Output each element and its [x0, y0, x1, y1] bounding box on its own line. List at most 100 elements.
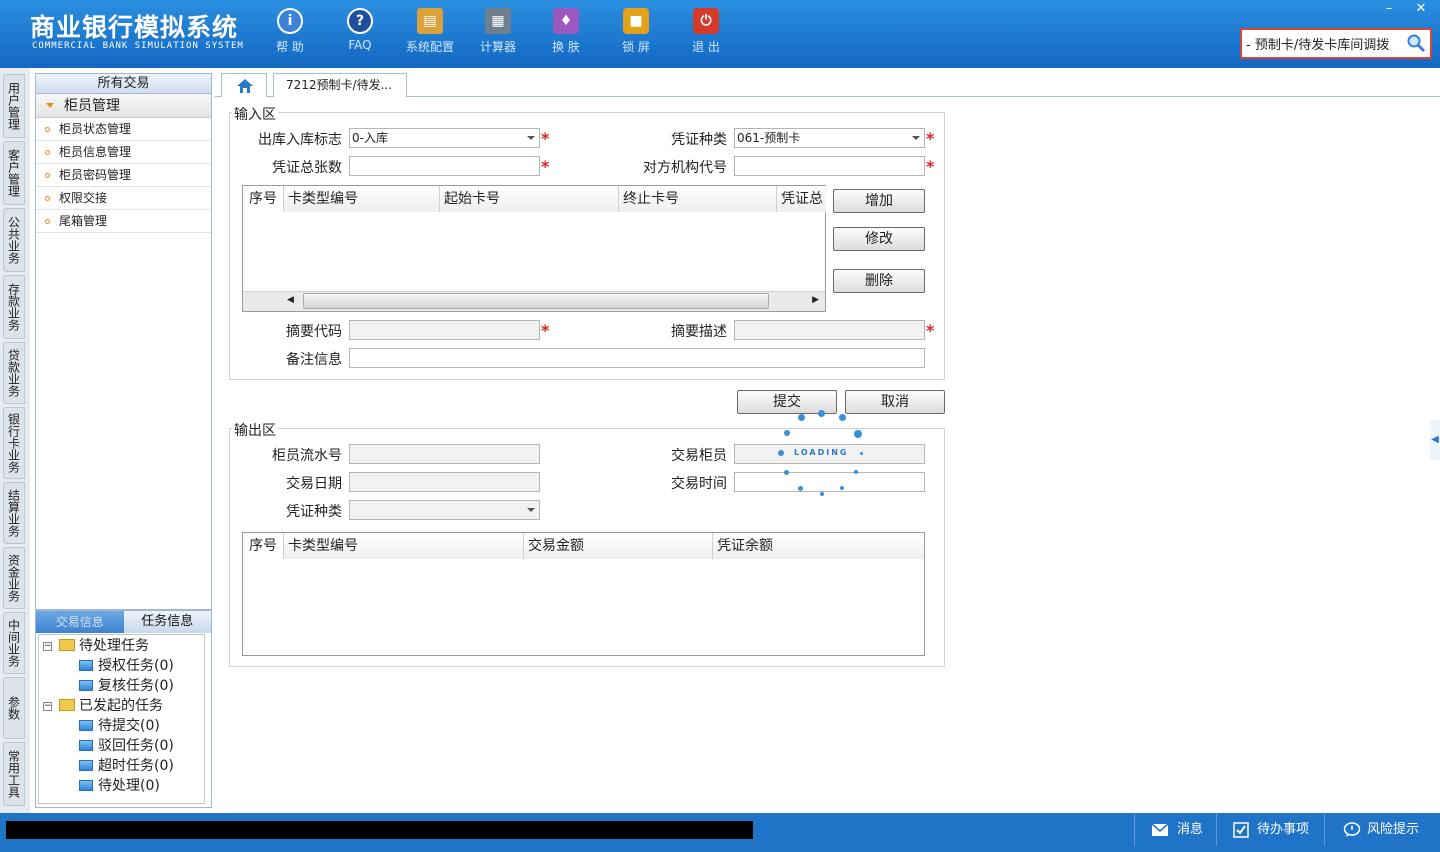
tree-node-review-tasks[interactable]: 复核任务(0) [79, 676, 174, 696]
grid-header-balance[interactable]: 凭证余额 [712, 533, 924, 559]
nav-item-tail-box[interactable]: 尾箱管理 [36, 210, 211, 233]
nav-group-teller-management[interactable]: 柜员管理 [36, 94, 211, 118]
tab-deposit-business[interactable]: 存款业务 [3, 275, 25, 339]
counterparty-input[interactable] [734, 156, 925, 176]
tab-parameters[interactable]: 参数 [3, 677, 25, 739]
tab-bank-card-business[interactable]: 银行卡业务 [3, 407, 25, 479]
spinner-dot [820, 492, 824, 496]
direction-label: 出库入库标志 [258, 132, 342, 148]
minimize-button[interactable]: – [1374, 0, 1404, 18]
total-count-input[interactable] [349, 156, 540, 176]
info-icon: i [277, 8, 303, 34]
input-detail-grid[interactable]: 序号 卡类型编号 起始卡号 终止卡号 凭证总 ◀ ▶ [242, 185, 826, 312]
search-icon[interactable] [1406, 33, 1426, 53]
tab-transaction-info[interactable]: 交易信息 [36, 611, 124, 633]
collapse-handle-icon[interactable]: ◀ [1430, 420, 1440, 460]
output-voucher-type-select[interactable] [349, 500, 540, 520]
speech-bubble-icon [1343, 821, 1361, 837]
tab-loan-business[interactable]: 贷款业务 [3, 342, 25, 404]
voucher-type-select[interactable]: 061-预制卡 [734, 128, 925, 148]
transaction-search-box[interactable]: - 预制卡/待发卡库间调拨 [1240, 28, 1432, 59]
faq-button[interactable]: ? FAQ [330, 8, 390, 52]
collapse-icon[interactable]: − [43, 642, 52, 651]
calculator-button[interactable]: ▦ 计算器 [468, 8, 528, 55]
horizontal-scrollbar[interactable]: ◀ ▶ [243, 291, 825, 311]
voucher-type-label: 凭证种类 [671, 132, 727, 148]
grid-header-voucher-total[interactable]: 凭证总 [776, 186, 826, 212]
spinner-dot [840, 486, 844, 490]
help-button[interactable]: i 帮 助 [260, 8, 320, 55]
tab-public-business[interactable]: 公共业务 [3, 208, 25, 272]
required-mark: * [541, 157, 550, 176]
nav-item-teller-info[interactable]: 柜员信息管理 [36, 141, 211, 164]
add-button[interactable]: 增加 [833, 189, 925, 213]
task-icon [79, 780, 93, 791]
tab-user-management[interactable]: 用户管理 [3, 74, 25, 138]
summary-code-label: 摘要代码 [286, 324, 342, 340]
scroll-left-icon[interactable]: ◀ [287, 295, 294, 305]
scroll-thumb[interactable] [303, 293, 769, 309]
output-area-title: 输出区 [232, 420, 278, 440]
edit-button[interactable]: 修改 [833, 227, 925, 251]
scroll-right-icon[interactable]: ▶ [812, 295, 819, 305]
trade-teller-label: 交易柜员 [671, 448, 727, 464]
exit-button[interactable]: ⏻ 退 出 [676, 8, 736, 55]
tab-home[interactable] [221, 73, 267, 97]
remark-input[interactable] [349, 348, 925, 368]
output-detail-grid[interactable]: 序号 卡类型编号 交易金额 凭证余额 [242, 532, 925, 656]
direction-select[interactable]: 0-入库 [349, 128, 540, 148]
spinner-dot [798, 486, 803, 491]
chevron-down-icon [527, 508, 535, 512]
tree-node-rejected[interactable]: 驳回任务(0) [79, 736, 174, 756]
spinner-dot [854, 470, 858, 474]
task-tree: − 待处理任务 授权任务(0) 复核任务(0) − 已发起的任务 待提交(0) … [38, 634, 205, 804]
tree-node-timeout[interactable]: 超时任务(0) [79, 756, 174, 776]
messages-button[interactable]: 消息 [1134, 813, 1216, 846]
loading-spinner: LOADING [776, 408, 866, 498]
mail-icon [1151, 822, 1169, 836]
tab-fund-business[interactable]: 资金业务 [3, 547, 25, 609]
nav-item-authority-handover[interactable]: 权限交接 [36, 187, 211, 210]
summary-desc-input[interactable] [734, 320, 925, 340]
delete-button[interactable]: 删除 [833, 269, 925, 293]
grid-header-amount[interactable]: 交易金额 [523, 533, 712, 559]
close-button[interactable]: ✕ [1406, 0, 1436, 18]
lock-screen-button[interactable]: ■ 锁 屏 [606, 8, 666, 55]
grid-header-end-card[interactable]: 终止卡号 [618, 186, 776, 212]
nav-item-teller-status[interactable]: 柜员状态管理 [36, 118, 211, 141]
checkbox-icon [1233, 821, 1249, 838]
summary-desc-label: 摘要描述 [671, 324, 727, 340]
tab-common-tools[interactable]: 常用工具 [3, 742, 25, 806]
document-tab-bar: 7212预制卡/待发... [215, 73, 1440, 97]
summary-code-input[interactable] [349, 320, 540, 340]
tab-customer-management[interactable]: 客户管理 [3, 141, 25, 205]
trade-date-label: 交易日期 [286, 476, 342, 492]
task-icon [79, 680, 93, 691]
tab-task-info[interactable]: 任务信息 [123, 611, 211, 633]
tab-settlement-business[interactable]: 结算业务 [3, 482, 25, 544]
tree-node-to-process[interactable]: 待处理(0) [79, 776, 160, 796]
task-icon [79, 720, 93, 731]
tab-transaction-7212[interactable]: 7212预制卡/待发... [273, 73, 407, 97]
task-icon [79, 760, 93, 771]
collapse-icon[interactable]: − [43, 702, 52, 711]
tab-intermediary-business[interactable]: 中间业务 [3, 612, 25, 674]
tree-node-pending-tasks[interactable]: 待处理任务 [59, 636, 149, 656]
tree-node-to-submit[interactable]: 待提交(0) [79, 716, 160, 736]
skin-button[interactable]: ♦ 换 肤 [536, 8, 596, 55]
tree-node-initiated-tasks[interactable]: 已发起的任务 [59, 696, 163, 716]
system-config-button[interactable]: ▤ 系统配置 [400, 8, 460, 55]
teller-serial-output [349, 444, 540, 464]
search-input[interactable]: - 预制卡/待发卡库间调拨 [1246, 38, 1389, 53]
grid-header-start-card[interactable]: 起始卡号 [439, 186, 618, 212]
grid-header-card-type[interactable]: 卡类型编号 [283, 186, 439, 212]
tree-node-auth-tasks[interactable]: 授权任务(0) [79, 656, 174, 676]
nav-item-teller-password[interactable]: 柜员密码管理 [36, 164, 211, 187]
remark-label: 备注信息 [286, 352, 342, 368]
risk-alert-button[interactable]: 风险提示 [1324, 813, 1440, 846]
grid-header-card-type[interactable]: 卡类型编号 [283, 533, 523, 559]
todo-button[interactable]: 待办事项 [1216, 813, 1324, 846]
spinner-dot [839, 414, 846, 421]
task-panel: 交易信息 任务信息 − 待处理任务 授权任务(0) 复核任务(0) − 已发起的… [35, 610, 212, 808]
grid-header-seq: 序号 [249, 191, 277, 207]
